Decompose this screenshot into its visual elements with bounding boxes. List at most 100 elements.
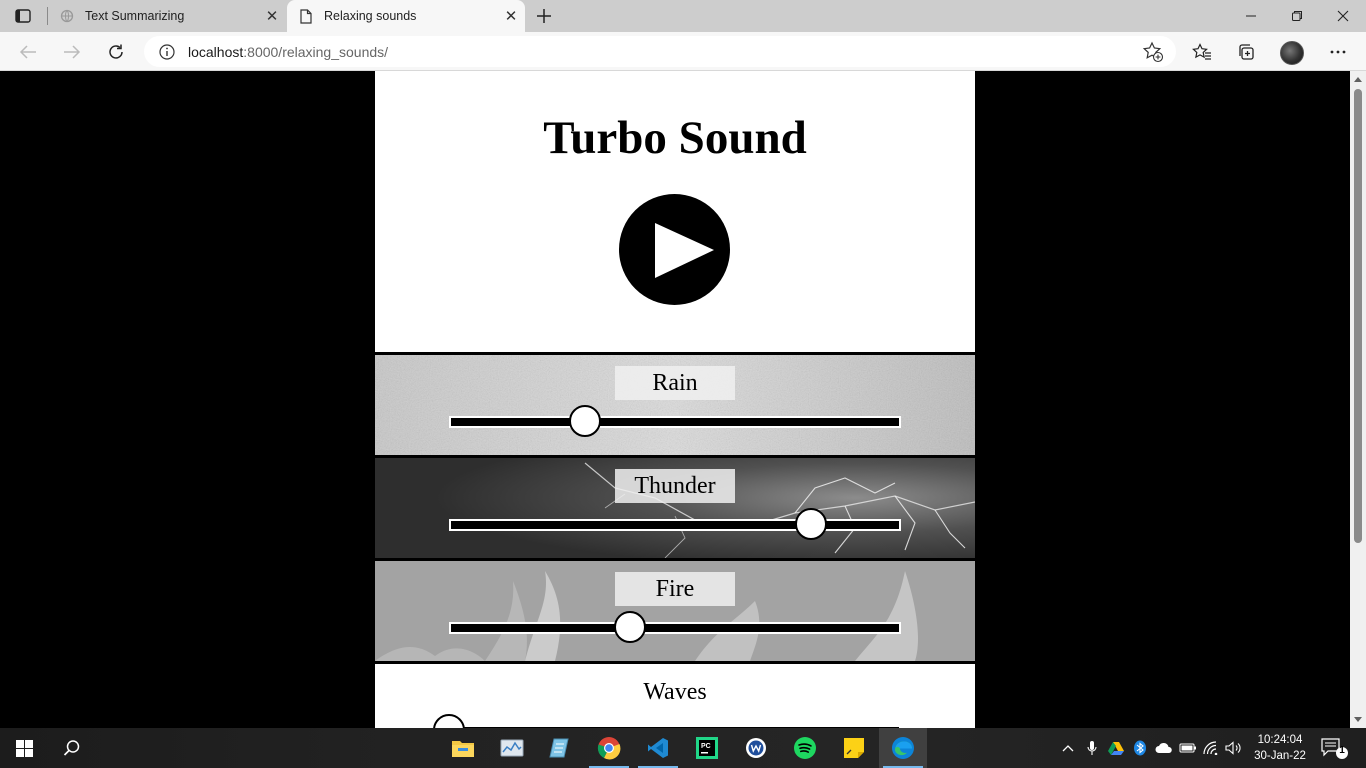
- tab-strip: Text Summarizing ✕ Relaxing sounds ✕: [0, 0, 1366, 32]
- bluetooth-tray-icon[interactable]: [1130, 738, 1150, 758]
- start-button[interactable]: [0, 728, 48, 768]
- taskbar-vscode[interactable]: [634, 728, 682, 768]
- rain-volume-track[interactable]: [449, 416, 901, 428]
- new-tab-button[interactable]: [530, 2, 558, 30]
- notepad-icon: [549, 738, 569, 758]
- profile-avatar[interactable]: [1280, 41, 1304, 65]
- close-tab-icon[interactable]: ✕: [258, 2, 286, 30]
- search-icon: [63, 740, 80, 756]
- sound-row-rain: Rain: [375, 355, 975, 455]
- site-info-icon[interactable]: [158, 43, 176, 61]
- settings-menu-button[interactable]: [1322, 36, 1354, 68]
- forward-button[interactable]: [56, 36, 88, 68]
- windows-logo-icon: [15, 739, 33, 757]
- url-host: localhost: [188, 43, 244, 60]
- sound-label-rain: Rain: [615, 366, 735, 400]
- forward-arrow-icon: [64, 45, 81, 59]
- fire-volume-track[interactable]: [449, 622, 901, 634]
- add-favorite-icon[interactable]: [1142, 41, 1164, 63]
- thunder-volume-track[interactable]: [449, 519, 901, 531]
- page-icon: [298, 8, 314, 24]
- refresh-button[interactable]: [100, 36, 132, 68]
- collections-button[interactable]: [1230, 36, 1262, 68]
- scroll-down-arrow-icon[interactable]: [1350, 712, 1366, 728]
- tab-actions-button[interactable]: [6, 5, 40, 27]
- play-button[interactable]: [619, 194, 730, 305]
- sound-row-fire: Fire: [375, 561, 975, 661]
- app-w-icon: [746, 738, 766, 758]
- restore-button[interactable]: [1274, 0, 1320, 32]
- taskbar-task-manager[interactable]: [488, 728, 536, 768]
- tab-text-summarizing[interactable]: Text Summarizing ✕: [48, 0, 286, 32]
- volume-tray-icon[interactable]: [1224, 738, 1244, 758]
- minimize-button[interactable]: [1228, 0, 1274, 32]
- collections-icon: [1239, 44, 1254, 60]
- close-tab-icon[interactable]: ✕: [497, 2, 525, 30]
- browser-toolbar: localhost:8000/relaxing_sounds/: [0, 32, 1366, 71]
- task-manager-icon: [500, 739, 524, 757]
- wifi-tray-icon[interactable]: [1202, 738, 1222, 758]
- taskbar-file-explorer[interactable]: [439, 728, 487, 768]
- taskbar-edge[interactable]: [879, 728, 927, 768]
- svg-text:PC: PC: [701, 743, 711, 750]
- url-path: :8000/relaxing_sounds/: [243, 43, 389, 60]
- vertical-scrollbar[interactable]: [1350, 71, 1366, 728]
- close-window-button[interactable]: [1320, 0, 1366, 32]
- chrome-icon: [597, 737, 621, 760]
- sound-mixer-container: Turbo Sound Rain Thunder Fire Waves: [375, 71, 975, 728]
- scrollbar-thumb[interactable]: [1354, 89, 1362, 543]
- windows-taskbar: PC 10:24:04 30-Jan-22 1: [0, 728, 1366, 768]
- close-icon: [1337, 10, 1349, 22]
- file-explorer-icon: [452, 741, 474, 757]
- pycharm-icon: PC: [696, 737, 718, 759]
- address-bar[interactable]: localhost:8000/relaxing_sounds/: [144, 36, 1176, 67]
- restore-icon: [1292, 11, 1302, 21]
- clock-date: 30-Jan-22: [1254, 750, 1306, 762]
- favorites-button[interactable]: [1186, 36, 1218, 68]
- fire-volume-thumb[interactable]: [613, 611, 646, 643]
- plus-icon: [537, 9, 551, 23]
- tab-actions-icon: [15, 9, 31, 23]
- taskbar-app-w[interactable]: [732, 728, 780, 768]
- taskbar-chrome[interactable]: [585, 728, 633, 768]
- refresh-icon: [109, 44, 123, 59]
- favorites-icon: [1192, 43, 1211, 60]
- onedrive-tray-icon[interactable]: [1154, 738, 1174, 758]
- page-title: Turbo Sound: [543, 112, 807, 164]
- taskbar-notepad[interactable]: [536, 728, 584, 768]
- tab-relaxing-sounds[interactable]: Relaxing sounds ✕: [287, 0, 525, 32]
- scroll-up-arrow-icon[interactable]: [1350, 71, 1366, 87]
- tab-title: Text Summarizing: [85, 9, 185, 23]
- minimize-icon: [1246, 15, 1256, 17]
- back-button[interactable]: [12, 36, 44, 68]
- taskbar-clock[interactable]: 10:24:04 30-Jan-22: [1248, 732, 1312, 764]
- spotify-icon: [794, 737, 816, 759]
- notification-count: 1: [1339, 745, 1345, 756]
- edge-icon: [892, 737, 914, 759]
- taskbar-spotify[interactable]: [781, 728, 829, 768]
- sticky-notes-icon: [844, 738, 864, 758]
- google-drive-tray-icon[interactable]: [1106, 738, 1126, 758]
- loading-globe-icon: [59, 8, 75, 24]
- taskbar-sticky-notes[interactable]: [830, 728, 878, 768]
- back-arrow-icon: [19, 45, 36, 59]
- sound-row-thunder: Thunder: [375, 458, 975, 558]
- sound-label-thunder: Thunder: [615, 469, 735, 503]
- tab-title: Relaxing sounds: [324, 9, 417, 23]
- show-hidden-icons-button[interactable]: [1058, 738, 1078, 758]
- clock-time: 10:24:04: [1257, 734, 1303, 746]
- taskbar-search-button[interactable]: [48, 728, 96, 768]
- more-icon: [1330, 50, 1346, 54]
- notification-center-button[interactable]: 1: [1320, 736, 1350, 760]
- vscode-icon: [648, 738, 668, 758]
- microphone-tray-icon[interactable]: [1082, 738, 1102, 758]
- battery-tray-icon[interactable]: [1178, 738, 1198, 758]
- page-viewport: Turbo Sound Rain Thunder Fire Waves: [0, 71, 1350, 728]
- taskbar-pycharm[interactable]: PC: [683, 728, 731, 768]
- thunder-volume-thumb[interactable]: [794, 508, 827, 540]
- waves-volume-thumb[interactable]: [433, 714, 465, 728]
- play-icon: [655, 223, 714, 278]
- page-header: Turbo Sound: [375, 71, 975, 352]
- sound-label-fire: Fire: [615, 572, 735, 606]
- rain-volume-thumb[interactable]: [568, 405, 601, 437]
